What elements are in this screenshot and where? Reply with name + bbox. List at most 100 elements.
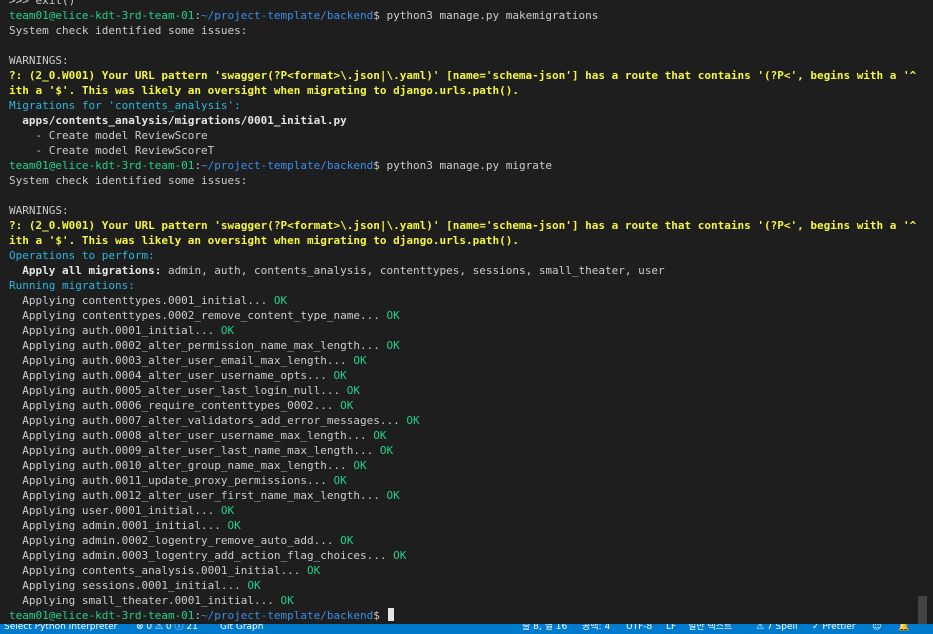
eol-item[interactable]: LF [666, 624, 676, 634]
terminal-text-segment: ?: (2_0.W001) Your URL pattern 'swagger(… [9, 69, 918, 82]
feedback-icon[interactable]: ☺ [872, 624, 881, 634]
terminal-text-segment: Applying auth.0001_initial... [9, 324, 215, 337]
terminal-line: team01@elice-kdt-3rd-team-01:~/project-t… [9, 158, 918, 173]
terminal-text-segment: $ python3 manage.py migrate [373, 159, 553, 172]
terminal-text-segment: System check identified some issues: [9, 24, 248, 37]
terminal-text-segment: OK [366, 429, 387, 442]
terminal-text-segment: OK [240, 579, 261, 592]
terminal-line: Operations to perform: [9, 248, 918, 263]
terminal-text-segment: OK [386, 549, 407, 562]
terminal-line: Applying auth.0009_alter_user_last_name_… [9, 443, 918, 458]
terminal-line: WARNINGS: [9, 203, 918, 218]
terminal-line: Migrations for 'contents_analysis': [9, 98, 918, 113]
terminal-line: >>> exit() [9, 0, 918, 8]
terminal-line: Applying contenttypes.0001_initial... OK [9, 293, 918, 308]
terminal-line: Applying auth.0010_alter_group_name_max_… [9, 458, 918, 473]
terminal-text-segment: Applying auth.0011_update_proxy_permissi… [9, 474, 327, 487]
terminal-text-segment: Applying sessions.0001_initial... [9, 579, 241, 592]
terminal-text-segment: - Create model ReviewScoreT [9, 144, 215, 157]
terminal-text-segment: OK [379, 339, 400, 352]
terminal-text-segment: Applying contenttypes.0001_initial... [9, 294, 268, 307]
terminal-text-segment: Migrations for 'contents_analysis': [9, 99, 241, 112]
terminal-line: Applying admin.0003_logentry_add_action_… [9, 548, 918, 563]
terminal-text-segment: OK [326, 369, 347, 382]
terminal-text-segment: Applying user.0001_initial... [9, 504, 215, 517]
terminal-text-segment: Applying auth.0009_alter_user_last_name_… [9, 444, 374, 457]
terminal-text-segment: Applying auth.0002_alter_permission_name… [9, 339, 380, 352]
terminal-text-segment: ?: (2_0.W001) Your URL pattern 'swagger(… [9, 219, 918, 232]
scrollbar-thumb[interactable] [918, 596, 927, 624]
terminal-line: Applying contents_analysis.0001_initial.… [9, 563, 918, 578]
notifications-icon[interactable]: 🔔 [898, 624, 909, 634]
terminal-text-segment: Applying auth.0008_alter_user_username_m… [9, 429, 367, 442]
terminal-line: Applying auth.0005_alter_user_last_login… [9, 383, 918, 398]
terminal-text-segment: OK [214, 324, 235, 337]
terminal-text-segment: $ [373, 609, 387, 622]
terminal-text-segment: OK [373, 444, 394, 457]
python-interpreter-item[interactable]: Select Python Interpreter [4, 624, 117, 634]
terminal-text-segment: - Create model ReviewScore [9, 129, 208, 142]
terminal-text-segment: OK [379, 309, 400, 322]
terminal-text-segment: OK [267, 294, 288, 307]
spell-check-item[interactable]: ⚠ 7 Spell [756, 624, 797, 634]
status-bar: Select Python Interpreter ⊗ 0 ⚠ 0 ⓘ 21 G… [0, 624, 933, 634]
terminal-line: ith a '$'. This was likely an oversight … [9, 233, 918, 248]
terminal-line: ith a '$'. This was likely an oversight … [9, 83, 918, 98]
terminal-text-segment: OK [346, 459, 367, 472]
terminal-text-segment: $ python3 manage.py makemigrations [373, 9, 599, 22]
terminal-text-segment: OK [214, 504, 235, 517]
terminal-text-segment: System check identified some issues: [9, 174, 248, 187]
terminal-line: Applying auth.0008_alter_user_username_m… [9, 428, 918, 443]
terminal-text-segment: ith a '$'. This was likely an oversight … [9, 84, 519, 97]
terminal-line: System check identified some issues: [9, 23, 918, 38]
git-graph-item[interactable]: Git Graph [220, 624, 263, 634]
terminal-text-segment: OK [300, 564, 321, 577]
terminal-text-segment: Applying auth.0010_alter_group_name_max_… [9, 459, 347, 472]
terminal-text-segment: Applying auth.0012_alter_user_first_name… [9, 489, 380, 502]
terminal-line: Applying auth.0012_alter_user_first_name… [9, 488, 918, 503]
terminal-text-segment: OK [399, 414, 420, 427]
terminal-text-segment: Applying admin.0001_initial... [9, 519, 221, 532]
prettier-item[interactable]: ✓ Prettier [812, 624, 856, 634]
terminal-text-segment: OK [273, 594, 294, 607]
terminal-line: team01@elice-kdt-3rd-team-01:~/project-t… [9, 8, 918, 23]
terminal-line: Applying user.0001_initial... OK [9, 503, 918, 518]
terminal-text-segment: Applying admin.0002_logentry_remove_auto… [9, 534, 334, 547]
terminal-scrollbar[interactable] [918, 0, 927, 624]
terminal-text-segment: WARNINGS: [9, 54, 69, 67]
language-mode-item[interactable]: 일반 텍스트 [688, 624, 732, 634]
terminal-line: Applying sessions.0001_initial... OK [9, 578, 918, 593]
terminal-line: Applying contenttypes.0002_remove_conten… [9, 308, 918, 323]
terminal-line: ?: (2_0.W001) Your URL pattern 'swagger(… [9, 68, 918, 83]
terminal-text-segment: team01@elice-kdt-3rd-team-01 [9, 609, 195, 622]
terminal-line: Applying auth.0011_update_proxy_permissi… [9, 473, 918, 488]
terminal-text-segment: ith a '$'. This was likely an oversight … [9, 234, 519, 247]
terminal-text-segment: team01@elice-kdt-3rd-team-01 [9, 159, 195, 172]
terminal-line: System check identified some issues: [9, 173, 918, 188]
terminal-text-segment: ~/project-template/backend [201, 9, 374, 22]
terminal-text-segment: OK [333, 534, 354, 547]
terminal-text-segment: Applying auth.0004_alter_user_username_o… [9, 369, 327, 382]
terminal-text-segment: Apply all migrations: [9, 264, 162, 277]
encoding-item[interactable]: UTF-8 [626, 624, 652, 634]
terminal-line: - Create model ReviewScoreT [9, 143, 918, 158]
terminal-text-segment: OK [379, 489, 400, 502]
terminal-text-segment: Applying auth.0006_require_contenttypes_… [9, 399, 334, 412]
problems-item[interactable]: ⊗ 0 ⚠ 0 ⓘ 21 [136, 624, 198, 634]
indentation-item[interactable]: 공백: 4 [582, 624, 610, 634]
terminal-line: Applying admin.0001_initial... OK [9, 518, 918, 533]
terminal-text-segment: Applying small_theater.0001_initial... [9, 594, 274, 607]
terminal-panel[interactable]: >>> exit() team01@elice-kdt-3rd-team-01:~… [0, 0, 918, 624]
terminal-text-segment: >>> exit() [9, 0, 76, 7]
terminal-line: Applying auth.0001_initial... OK [9, 323, 918, 338]
terminal-text-segment: OK [220, 519, 241, 532]
terminal-text-segment: team01@elice-kdt-3rd-team-01 [9, 9, 195, 22]
terminal-text-segment: Applying auth.0005_alter_user_last_login… [9, 384, 341, 397]
terminal-text-segment: OK [333, 399, 354, 412]
cursor-position-item[interactable]: 줄 8, 열 16 [522, 624, 567, 634]
terminal-line: Running migrations: [9, 278, 918, 293]
terminal-line: Applying admin.0002_logentry_remove_auto… [9, 533, 918, 548]
terminal-line: - Create model ReviewScore [9, 128, 918, 143]
terminal-line: Applying auth.0004_alter_user_username_o… [9, 368, 918, 383]
